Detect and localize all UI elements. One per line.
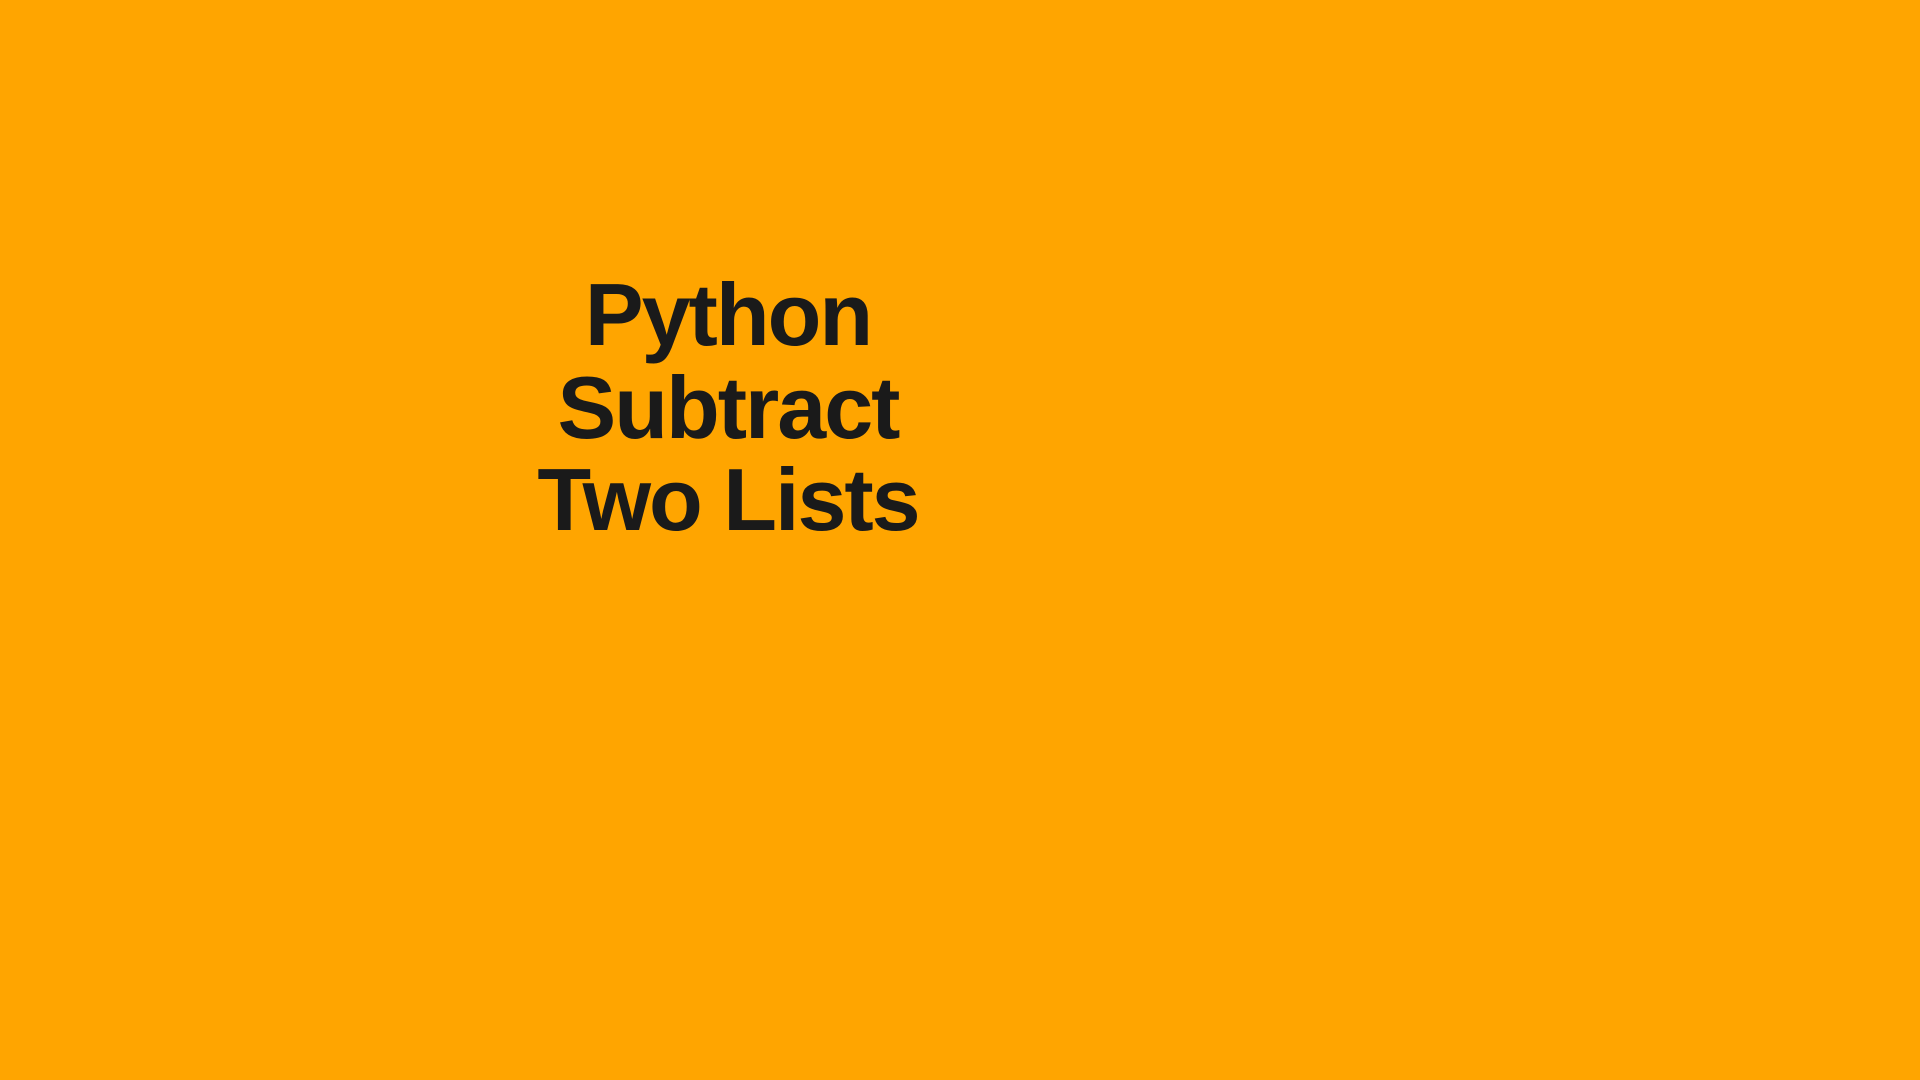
title-container: Python Subtract Two Lists [537, 269, 918, 546]
title-line-1: Python [537, 269, 918, 361]
title-line-2: Subtract [537, 362, 918, 454]
title-line-3: Two Lists [537, 454, 918, 546]
